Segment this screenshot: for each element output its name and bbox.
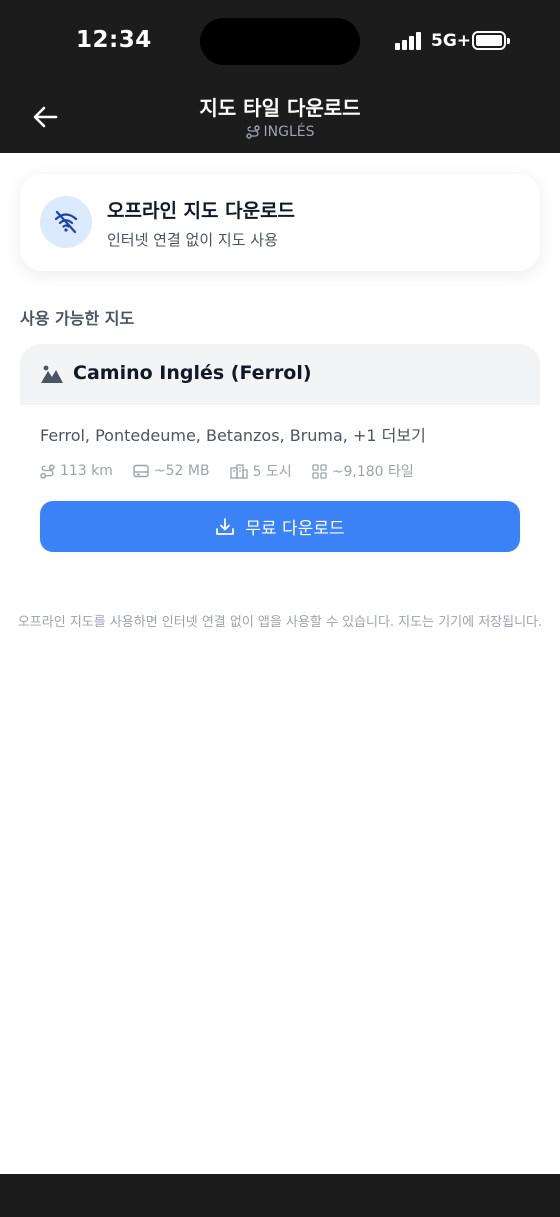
download-label: 무료 다운로드 (245, 519, 345, 539)
map-stats: 113 km ~52 MB 5 도시 ~9,180 타일 (40, 461, 414, 481)
route-icon (245, 125, 260, 139)
header: 지도 타일 다운로드 INGLÉS (0, 80, 560, 153)
tiles-value: ~9,180 타일 (331, 464, 414, 480)
bottom-bar (0, 1174, 560, 1217)
wifi-off-icon (54, 210, 78, 234)
stat-distance: 113 km (40, 461, 113, 481)
download-button[interactable]: 무료 다운로드 (40, 501, 520, 552)
mountain-icon (41, 365, 63, 383)
battery-icon (472, 31, 510, 50)
route-name: INGLÉS (263, 124, 315, 140)
storage-icon (133, 464, 149, 478)
footnote: 오프라인 지도를 사용하면 인터넷 연결 없이 앱을 사용할 수 있습니다. 지… (17, 615, 543, 630)
map-card: Camino Inglés (Ferrol) Ferrol, Pontedeum… (20, 344, 540, 569)
route-icon (40, 463, 55, 479)
map-card-header: Camino Inglés (Ferrol) (20, 344, 540, 405)
offline-card-subtitle: 인터넷 연결 없이 지도 사용 (107, 231, 278, 249)
stat-tiles: ~9,180 타일 (312, 461, 414, 481)
page-subtitle: INGLÉS (0, 124, 560, 140)
size-value: ~52 MB (153, 463, 210, 479)
offline-info-card: 오프라인 지도 다운로드 인터넷 연결 없이 지도 사용 (20, 174, 540, 271)
map-name: Camino Inglés (Ferrol) (73, 362, 312, 384)
wifi-off-badge (40, 196, 92, 248)
stat-size: ~52 MB (133, 461, 210, 481)
distance-value: 113 km (60, 463, 113, 479)
download-icon (216, 517, 235, 535)
dynamic-island (200, 18, 360, 65)
offline-card-title: 오프라인 지도 다운로드 (107, 200, 296, 222)
section-label: 사용 가능한 지도 (20, 309, 135, 328)
status-time: 12:34 (76, 27, 152, 53)
grid-icon (312, 463, 327, 479)
signal-icon (395, 32, 425, 50)
map-stops: Ferrol, Pontedeume, Betanzos, Bruma, +1 … (40, 426, 426, 445)
stat-cities: 5 도시 (229, 461, 292, 481)
network-type: 5G+ (431, 31, 472, 51)
cities-value: 5 도시 (252, 464, 292, 480)
buildings-icon (229, 463, 248, 479)
status-bar: 12:34 5G+ (0, 0, 560, 80)
page-title: 지도 타일 다운로드 (199, 96, 361, 120)
